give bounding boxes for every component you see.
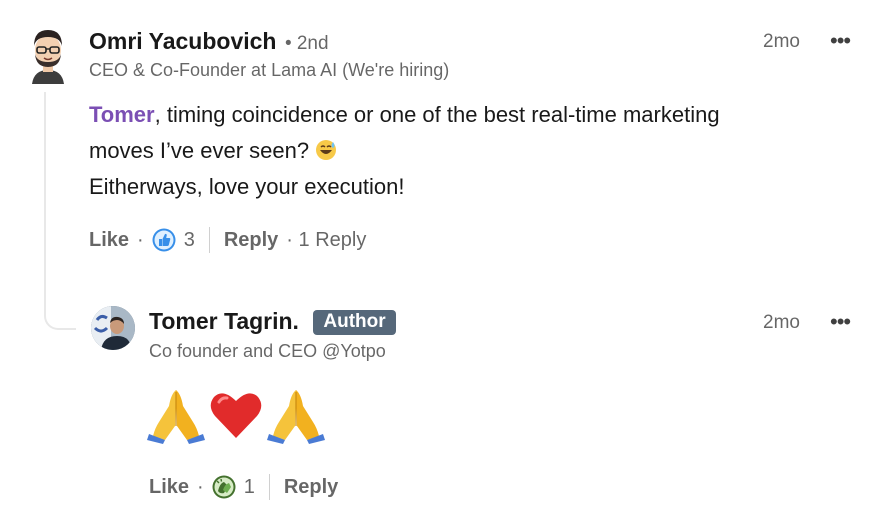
grinning-sweat-emoji-icon	[316, 140, 337, 160]
comment-author-name[interactable]: Omri Yacubovich	[89, 28, 276, 54]
reply-actions: Like · 1 Reply	[149, 474, 338, 500]
folded-hands-emoji	[147, 390, 205, 444]
reply-author-headline: Co founder and CEO @Yotpo	[149, 341, 386, 361]
comment-actions: Like · 3 Reply · 1 Reply	[89, 227, 366, 253]
separator-dot: ·	[137, 228, 144, 251]
reply-button[interactable]: Reply	[224, 229, 278, 252]
reply-body-emojis	[147, 386, 325, 444]
connection-degree: • 2nd	[284, 33, 329, 54]
clapping-celebrate-icon[interactable]	[212, 475, 236, 499]
comment-body: Tomer, timing coincidence or one of the …	[89, 97, 869, 205]
tomer-avatar-photo	[91, 306, 135, 350]
avatar-tomer[interactable]	[91, 306, 135, 350]
omri-avatar-illustration	[32, 30, 64, 84]
comment-line-1: , timing coincidence or one of the best …	[154, 102, 720, 127]
more-options-icon[interactable]: •••	[830, 28, 851, 54]
author-badge: Author	[313, 310, 396, 335]
comment-line-2: moves I’ve ever seen?	[89, 138, 310, 163]
comment-line-3: Eitherways, love your execution!	[89, 174, 405, 199]
action-divider	[268, 474, 270, 500]
reaction-count[interactable]: 3	[184, 229, 195, 252]
red-heart-emoji	[210, 393, 262, 438]
folded-hands-emoji	[267, 390, 325, 444]
action-divider	[208, 227, 210, 253]
thread-connector-line	[44, 92, 76, 330]
reply-more-options-icon[interactable]: •••	[830, 309, 851, 335]
separator-dot: ·	[197, 475, 204, 498]
avatar-omri[interactable]	[26, 24, 70, 84]
like-button[interactable]: Like	[89, 229, 129, 252]
comment-author-headline: CEO & Co-Founder at Lama AI (We're hirin…	[89, 60, 450, 80]
reply-reply-button[interactable]: Reply	[284, 476, 338, 499]
thumbs-up-like-icon[interactable]	[152, 228, 176, 252]
replies-count-link[interactable]: · 1 Reply	[286, 229, 366, 252]
reply-author-name[interactable]: Tomer Tagrin.	[149, 308, 299, 334]
comment-timestamp: 2mo	[763, 31, 800, 52]
reply-timestamp: 2mo	[763, 312, 800, 333]
mention-tomer[interactable]: Tomer	[89, 102, 155, 127]
reply-reaction-count[interactable]: 1	[244, 476, 255, 499]
reply-like-button[interactable]: Like	[149, 476, 189, 499]
